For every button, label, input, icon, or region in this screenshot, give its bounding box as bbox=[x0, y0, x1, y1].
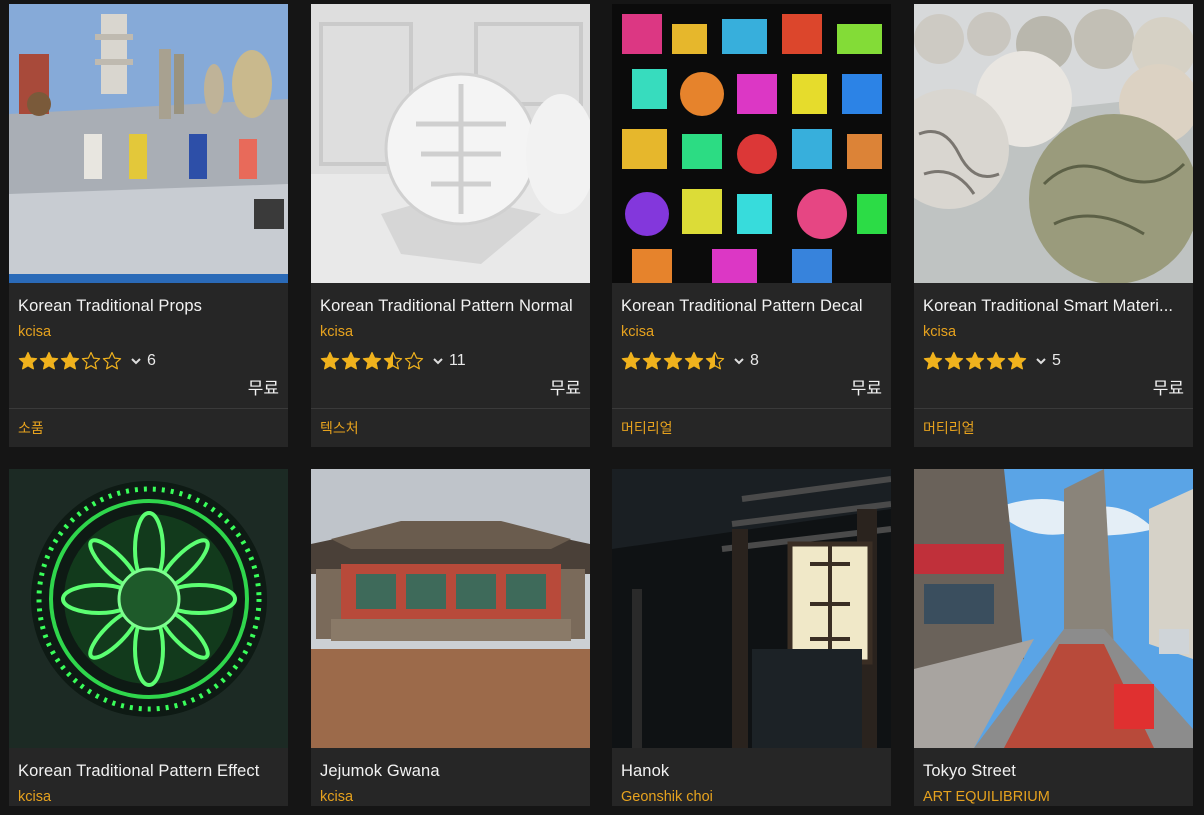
star-icon bbox=[362, 351, 382, 370]
product-thumbnail[interactable] bbox=[9, 469, 288, 748]
star-icon bbox=[1007, 351, 1027, 370]
product-card[interactable]: Tokyo Street ART EQUILIBRIUM bbox=[914, 469, 1193, 806]
star-icon bbox=[944, 351, 964, 370]
product-title[interactable]: Tokyo Street bbox=[923, 761, 1184, 781]
star-icon bbox=[663, 351, 683, 370]
rating[interactable]: 11 bbox=[320, 350, 581, 372]
chevron-down-icon[interactable] bbox=[1034, 354, 1048, 368]
seller-name[interactable]: kcisa bbox=[320, 788, 581, 806]
product-card[interactable]: Jejumok Gwana kcisa bbox=[311, 469, 590, 806]
product-title[interactable]: Hanok bbox=[621, 761, 882, 781]
category-link[interactable]: 머티리얼 bbox=[914, 409, 1193, 447]
seller-name[interactable]: Geonshik choi bbox=[621, 788, 882, 806]
star-icon bbox=[81, 351, 101, 370]
seller-name[interactable]: kcisa bbox=[923, 323, 1184, 341]
star-rating bbox=[621, 351, 726, 371]
star-icon bbox=[965, 351, 985, 370]
star-icon bbox=[60, 351, 80, 370]
product-card[interactable]: Korean Traditional Pattern Effect kcisa bbox=[9, 469, 288, 806]
seller-name[interactable]: kcisa bbox=[18, 788, 279, 806]
product-thumbnail[interactable] bbox=[311, 469, 590, 748]
product-thumbnail[interactable] bbox=[612, 4, 891, 283]
star-icon bbox=[320, 351, 340, 370]
rating[interactable]: 5 bbox=[923, 350, 1184, 372]
product-title[interactable]: Jejumok Gwana bbox=[320, 761, 581, 781]
star-icon bbox=[383, 351, 403, 370]
product-grid: Korean Traditional Props kcisa 6 무료 소품 K… bbox=[9, 4, 1199, 815]
star-icon bbox=[986, 351, 1006, 370]
product-title[interactable]: Korean Traditional Pattern Normal bbox=[320, 296, 581, 316]
chevron-down-icon[interactable] bbox=[431, 354, 445, 368]
star-rating bbox=[923, 351, 1028, 371]
price: 무료 bbox=[850, 379, 882, 398]
star-rating bbox=[18, 351, 123, 371]
rating-count: 5 bbox=[1052, 352, 1061, 369]
seller-name[interactable]: kcisa bbox=[621, 323, 882, 341]
product-title[interactable]: Korean Traditional Pattern Decal bbox=[621, 296, 882, 316]
seller-name[interactable]: kcisa bbox=[320, 323, 581, 341]
product-card[interactable]: Hanok Geonshik choi bbox=[612, 469, 891, 806]
star-icon bbox=[102, 351, 122, 370]
star-icon bbox=[621, 351, 641, 370]
category-link[interactable]: 소품 bbox=[9, 409, 288, 447]
product-card[interactable]: Korean Traditional Pattern Normal kcisa … bbox=[311, 4, 590, 447]
product-title[interactable]: Korean Traditional Smart Materi... bbox=[923, 296, 1184, 316]
rating-count: 6 bbox=[147, 352, 156, 369]
product-thumbnail[interactable] bbox=[612, 469, 891, 748]
seller-name[interactable]: kcisa bbox=[18, 323, 279, 341]
star-icon bbox=[642, 351, 662, 370]
rating[interactable]: 8 bbox=[621, 350, 882, 372]
product-card[interactable]: Korean Traditional Props kcisa 6 무료 소품 bbox=[9, 4, 288, 447]
star-icon bbox=[684, 351, 704, 370]
price: 무료 bbox=[549, 379, 581, 398]
product-thumbnail[interactable] bbox=[311, 4, 590, 283]
rating-count: 8 bbox=[750, 352, 759, 369]
star-rating bbox=[320, 351, 425, 371]
product-thumbnail[interactable] bbox=[914, 4, 1193, 283]
category-link[interactable]: 머티리얼 bbox=[612, 409, 891, 447]
star-icon bbox=[404, 351, 424, 370]
price: 무료 bbox=[247, 379, 279, 398]
star-icon bbox=[39, 351, 59, 370]
product-card[interactable]: Korean Traditional Pattern Decal kcisa 8… bbox=[612, 4, 891, 447]
star-icon bbox=[18, 351, 38, 370]
category-link[interactable]: 텍스처 bbox=[311, 409, 590, 447]
product-thumbnail[interactable] bbox=[9, 4, 288, 283]
rating-count: 11 bbox=[449, 352, 466, 369]
price: 무료 bbox=[1152, 379, 1184, 398]
chevron-down-icon[interactable] bbox=[129, 354, 143, 368]
rating[interactable]: 6 bbox=[18, 350, 279, 372]
star-icon bbox=[923, 351, 943, 370]
chevron-down-icon[interactable] bbox=[732, 354, 746, 368]
product-title[interactable]: Korean Traditional Pattern Effect bbox=[18, 761, 279, 781]
product-thumbnail[interactable] bbox=[914, 469, 1193, 748]
star-icon bbox=[705, 351, 725, 370]
product-title[interactable]: Korean Traditional Props bbox=[18, 296, 279, 316]
seller-name[interactable]: ART EQUILIBRIUM bbox=[923, 788, 1184, 806]
product-card[interactable]: Korean Traditional Smart Materi... kcisa… bbox=[914, 4, 1193, 447]
star-icon bbox=[341, 351, 361, 370]
